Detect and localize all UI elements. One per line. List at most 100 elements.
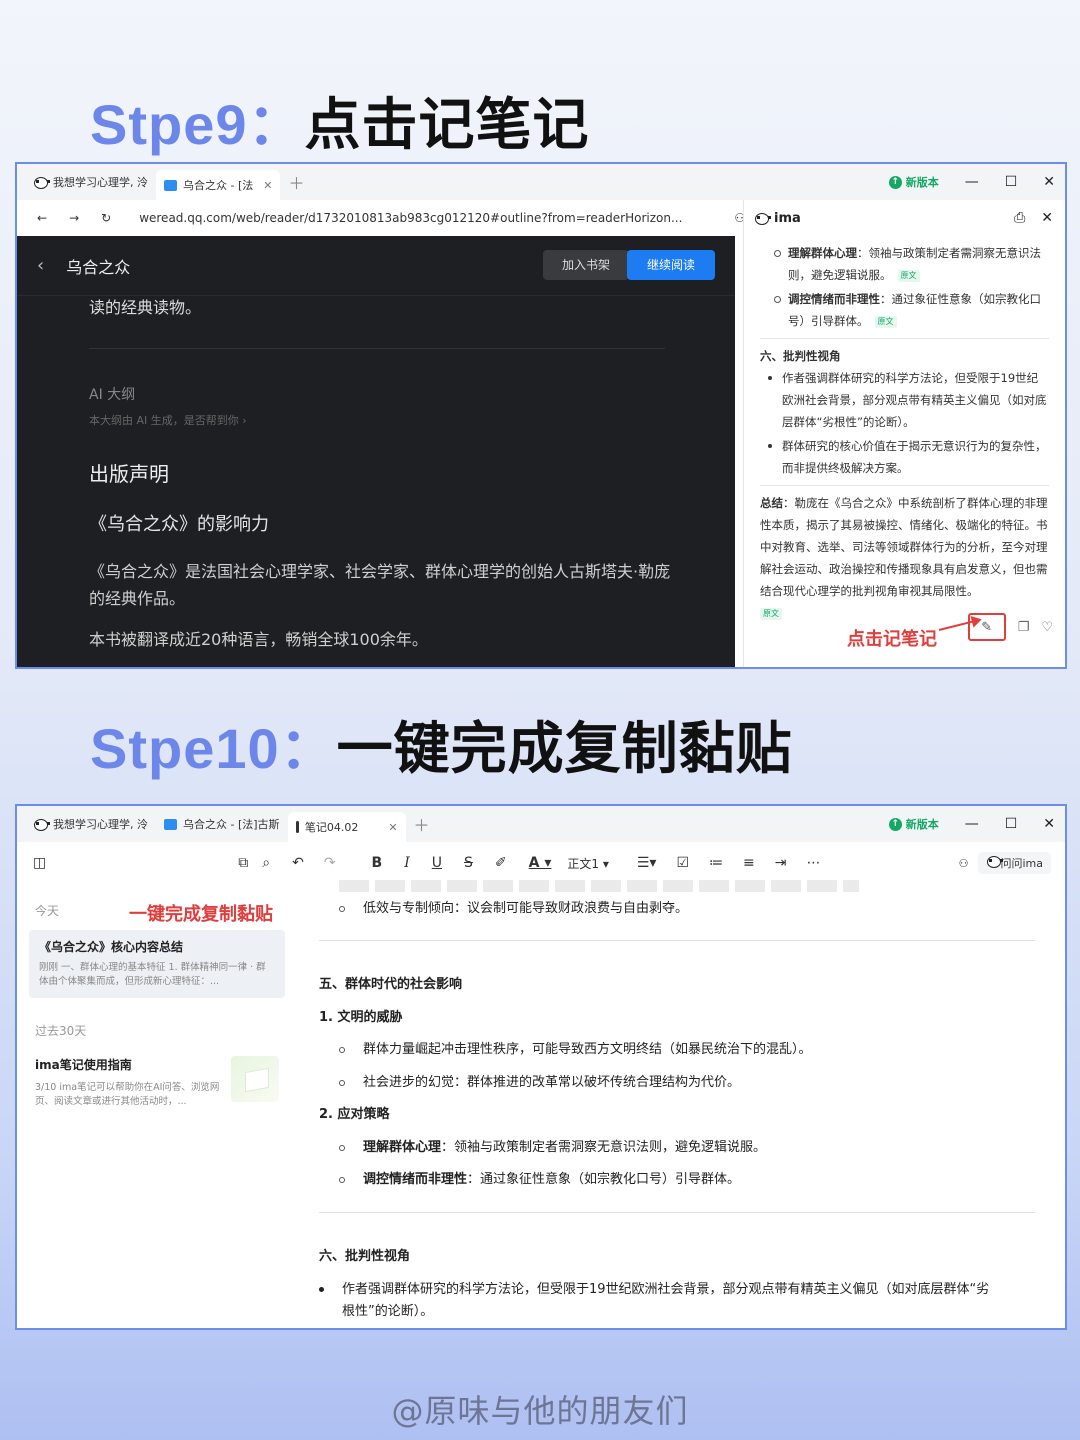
step10-title: 一键完成复制黏贴 bbox=[336, 717, 793, 782]
tab-book[interactable]: 乌合之众 - [法]古斯 bbox=[156, 810, 288, 838]
add-shelf-button[interactable]: 加入书架 bbox=[543, 250, 629, 280]
close-icon[interactable]: ✕ bbox=[388, 821, 397, 834]
tab-note[interactable]: 笔记04.02 ✕ bbox=[287, 812, 406, 842]
bold-icon[interactable]: B bbox=[372, 855, 383, 871]
list-item: 理解群体心理：领袖与政策制定者需洞察无意识法则，避免逻辑说服。 bbox=[339, 1137, 766, 1159]
search-icon[interactable]: ⌕ bbox=[262, 855, 270, 871]
close-window-icon[interactable]: ✕ bbox=[1043, 816, 1055, 832]
item-bold: 调控情绪而非理性 bbox=[363, 1172, 468, 1187]
copy-icon[interactable]: ❐ bbox=[1018, 620, 1030, 635]
text-style-value: 正文1 bbox=[567, 856, 600, 871]
list-item: 社会进步的幻觉：群体推进的改革常以破坏传统合理结构为代价。 bbox=[339, 1072, 740, 1094]
undo-icon[interactable]: ↶ bbox=[292, 855, 304, 871]
close-icon[interactable]: ✕ bbox=[263, 179, 272, 192]
note-editor[interactable]: 低效与专制倾向：议会制可能导致财政浪费与自由剥夺。 五、群体时代的社会影响 1.… bbox=[319, 880, 1035, 1328]
continue-read-button[interactable]: 继续阅读 bbox=[627, 250, 715, 280]
note-icon bbox=[295, 821, 299, 833]
panda-icon bbox=[33, 818, 50, 831]
tab-label: 乌合之众 - [法]古斯 bbox=[183, 818, 280, 831]
book-title: 乌合之众 bbox=[66, 257, 131, 277]
bullet-circle bbox=[339, 1079, 345, 1086]
clipped-text bbox=[339, 880, 859, 892]
reader-line: 读的经典读物。 bbox=[89, 298, 202, 317]
tab-psychology[interactable]: 我想学习心理学, 泠 bbox=[25, 810, 156, 838]
back-icon[interactable]: ← bbox=[37, 211, 47, 225]
font-color-icon[interactable]: A ▾ bbox=[529, 855, 552, 871]
list-item: 理解群体心理：领袖与政策制定者需洞察无意识法则，避免逻辑说服。 原文 bbox=[760, 242, 1049, 286]
minimize-icon[interactable]: — bbox=[965, 816, 979, 832]
align-icon[interactable]: ☰▾ bbox=[637, 855, 657, 871]
ima-header: ima ⎙ ✕ bbox=[744, 200, 1065, 236]
text-style-select[interactable]: 正文1 ▾ bbox=[567, 855, 608, 872]
item-bold: 理解群体心理 bbox=[788, 246, 857, 260]
source-tag[interactable]: 原文 bbox=[897, 269, 920, 282]
source-tag[interactable]: 原文 bbox=[760, 607, 782, 620]
indent-icon[interactable]: ⇥ bbox=[775, 855, 787, 871]
new-tab-icon[interactable]: ＋ bbox=[288, 170, 304, 194]
screenshot-reader: 我想学习心理学, 泠 乌合之众 - [法 ✕ ＋ ↑ 新版本 — ☐ ✕ ← → ↻… bbox=[15, 162, 1067, 669]
group-today: 今天 bbox=[35, 904, 60, 918]
step10-prefix: Stpe10： bbox=[90, 717, 337, 780]
bullet-list-icon[interactable]: ≔ bbox=[709, 855, 723, 871]
italic-icon[interactable]: I bbox=[404, 855, 410, 871]
weread-icon bbox=[164, 818, 177, 830]
note-title: 《乌合之众》核心内容总结 bbox=[39, 940, 184, 954]
close-window-icon[interactable]: ✕ bbox=[1043, 174, 1055, 190]
list-item-continued: 根性”的论断）。 bbox=[342, 1304, 434, 1319]
sidebar-toggle-icon[interactable]: ◫ bbox=[33, 855, 46, 871]
item-text: 社会进步的幻觉：群体推进的改革常以破坏传统合理结构为代价。 bbox=[363, 1075, 741, 1090]
bullet-circle bbox=[339, 1144, 345, 1151]
step9-title: 点击记笔记 bbox=[304, 93, 590, 158]
numbered-list-icon[interactable]: ≡ bbox=[743, 855, 755, 871]
strikethrough-icon[interactable]: S bbox=[464, 855, 473, 871]
update-icon: ↑ bbox=[888, 817, 902, 831]
ask-ima-button[interactable]: 问问ima bbox=[978, 852, 1051, 874]
checklist-icon[interactable]: ☑ bbox=[676, 855, 689, 871]
reload-icon[interactable]: ↻ bbox=[101, 211, 111, 225]
maximize-icon[interactable]: ☐ bbox=[1005, 816, 1018, 832]
ai-outline-label[interactable]: AI 大纲 bbox=[89, 384, 135, 404]
underline-icon[interactable]: U bbox=[432, 855, 442, 871]
new-version-badge[interactable]: ↑ 新版本 bbox=[888, 174, 939, 190]
group-past-30: 过去30天 bbox=[35, 1024, 87, 1038]
weread-icon bbox=[164, 179, 177, 191]
more-icon[interactable]: ⋯ bbox=[806, 855, 820, 871]
thumbs-down-icon[interactable]: ♡ bbox=[1041, 620, 1053, 635]
ima-title: ima bbox=[774, 210, 801, 226]
note-item[interactable]: ima笔记使用指南 3/10 ima笔记可以帮助你在AI问答、浏览网页、阅读文章… bbox=[29, 1056, 285, 1116]
forward-icon[interactable]: → bbox=[69, 211, 79, 225]
summary: 总结：勒庞在《乌合之众》中系统剖析了群体心理的非理性本质，揭示了其易被操控、情绪… bbox=[760, 492, 1049, 602]
redo-icon[interactable]: ↷ bbox=[324, 855, 336, 871]
bullet-circle bbox=[339, 1176, 345, 1183]
minimize-icon[interactable]: — bbox=[965, 174, 979, 190]
reader-paragraph: 本书被翻译成近20种语言，畅销全球100余年。 bbox=[89, 630, 428, 649]
tab-book[interactable]: 乌合之众 - [法 ✕ bbox=[156, 170, 281, 200]
source-tag[interactable]: 原文 bbox=[874, 315, 897, 328]
new-tab-icon[interactable]: ＋ bbox=[414, 812, 430, 836]
ask-ima-label: 问问ima bbox=[1000, 857, 1043, 870]
tab-psychology[interactable]: 我想学习心理学, 泠 bbox=[25, 168, 156, 196]
update-icon: ↑ bbox=[888, 175, 902, 189]
list-item: 调控情绪而非理性：通过象征性意象（如宗教化口号）引导群体。 bbox=[339, 1169, 740, 1191]
editor-toolbar: ◫ ⧉ ⌕ ↶ ↷ B I U S ✐ A ▾ 正文1 ▾ ☰▾ ☑ ≔ ≡ ⇥… bbox=[17, 842, 1065, 884]
reader-view: ‹ 乌合之众 加入书架 继续阅读 读的经典读物。 AI 大纲 本大纲由 AI 生… bbox=[17, 236, 735, 667]
influence-heading: 《乌合之众》的影响力 bbox=[89, 514, 269, 535]
section-heading: 五、群体时代的社会影响 bbox=[319, 977, 463, 992]
highlight-icon[interactable]: ✐ bbox=[495, 855, 507, 871]
new-note-icon[interactable]: ⧉ bbox=[238, 855, 248, 871]
note-snippet: 刚刚 一、群体心理的基本特征 1. 群体精神同一律 · 群体由个体聚集而成，但形… bbox=[39, 962, 266, 987]
divider bbox=[760, 338, 1049, 339]
edit-icon: ✎ bbox=[981, 619, 993, 635]
close-icon[interactable]: ✕ bbox=[1041, 210, 1053, 226]
pin-icon[interactable]: ⎙ bbox=[1014, 210, 1025, 226]
url-field[interactable]: weread.qq.com/web/reader/d1732010813ab98… bbox=[139, 211, 682, 225]
annotation-click-note: 点击记笔记 bbox=[847, 629, 937, 650]
new-version-badge[interactable]: ↑ 新版本 bbox=[888, 816, 939, 832]
maximize-icon[interactable]: ☐ bbox=[1005, 174, 1018, 190]
note-item-selected[interactable]: 《乌合之众》核心内容总结 刚刚 一、群体心理的基本特征 1. 群体精神同一律 ·… bbox=[29, 930, 285, 998]
reader-header: ‹ 乌合之众 加入书架 继续阅读 bbox=[17, 236, 735, 296]
ai-outline-note[interactable]: 本大纲由 AI 生成，是否帮到你 › bbox=[89, 412, 247, 428]
chevron-left-icon[interactable]: ‹ bbox=[37, 255, 44, 276]
share-icon[interactable]: ⚇ bbox=[959, 857, 969, 870]
item-text: ：通过象征性意象（如宗教化口号）引导群体。 bbox=[467, 1172, 741, 1187]
